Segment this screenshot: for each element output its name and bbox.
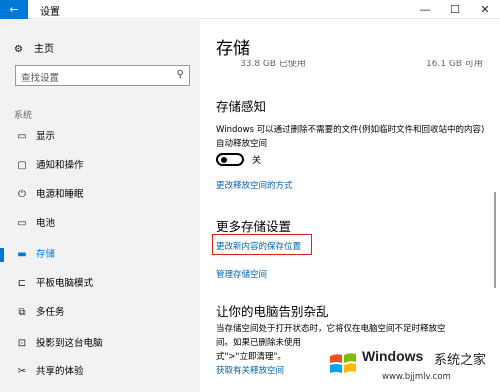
sidebar-item-display[interactable]: ▭ 显示 — [0, 125, 200, 149]
sidebar-item-label: 电池 — [36, 218, 56, 229]
storage-sense-toggle[interactable] — [216, 153, 244, 166]
title-bar: ← 设置 — ☐ ✕ — [0, 0, 500, 19]
change-save-location-link[interactable]: 更改新内容的保存位置 — [216, 240, 301, 252]
battery-icon: ▭ — [17, 218, 27, 229]
power-icon: ⏻ — [18, 189, 26, 200]
sidebar-item-label: 电源和睡眠 — [36, 189, 84, 200]
sidebar-item-projecting[interactable]: ⊡ 投影到这台电脑 — [0, 332, 200, 356]
sidebar-item-label: 存储 — [36, 249, 56, 260]
toggle-knob — [221, 157, 227, 163]
sidebar-item-battery[interactable]: ▭ 电池 — [0, 212, 200, 236]
toggle-state-label: 关 — [252, 156, 262, 166]
sidebar-item-label: 平板电脑模式 — [36, 278, 94, 289]
sidebar-item-label: 多任务 — [36, 307, 65, 318]
window-title: 设置 — [40, 7, 60, 18]
section-label: 系统 — [14, 111, 33, 121]
search-icon[interactable]: ⚲ — [177, 69, 184, 80]
sidebar-item-notifications[interactable]: ▢ 通知和操作 — [0, 154, 200, 178]
back-button[interactable]: ← — [0, 0, 28, 19]
storage-icon: ▬ — [17, 249, 27, 260]
back-arrow-icon: ← — [9, 3, 19, 16]
sidebar-item-tablet-mode[interactable]: ⊏ 平板电脑模式 — [0, 272, 200, 296]
scrollbar[interactable] — [494, 192, 496, 288]
maximize-button[interactable]: ☐ — [440, 0, 470, 19]
watermark: Windows 系统之家 www.bjjmlv.com — [322, 340, 500, 392]
close-button[interactable]: ✕ — [470, 0, 500, 19]
search-input[interactable] — [16, 69, 166, 88]
watermark-site-name: 系统之家 — [434, 353, 487, 368]
sidebar-item-label: 共享的体验 — [36, 366, 84, 377]
watermark-brand: Windows — [362, 348, 424, 364]
sidebar-item-shared-experiences[interactable]: ✂ 共享的体验 — [0, 360, 200, 384]
declutter-heading: 让你的电脑告别杂乱 — [216, 304, 329, 319]
drive-free-text: 16.1 GB 可用 — [426, 59, 483, 69]
main-content: 存储 33.8 GB 已使用 16.1 GB 可用 存储感知 Windows 可… — [200, 20, 500, 392]
storage-sense-description: Windows 可以通过删除不需要的文件(例如临时文件和回收站中的内容)自动释放… — [216, 125, 485, 149]
gear-icon: ⚙ — [14, 44, 23, 55]
change-free-space-link[interactable]: 更改释放空间的方式 — [216, 179, 293, 191]
learn-more-link[interactable]: 获取有关释放空间 — [216, 364, 284, 376]
notification-icon: ▢ — [17, 160, 27, 171]
more-storage-settings-heading: 更多存储设置 — [216, 219, 292, 234]
declutter-line-1: 当存储空间处于打开状态时，它将仅在电脑空间不足时释放空 — [216, 324, 446, 334]
sidebar-item-label: 通知和操作 — [36, 160, 84, 171]
sidebar-item-storage[interactable]: ▬ 存储 — [0, 243, 200, 267]
page-title: 存储 — [216, 39, 250, 59]
sidebar-item-label: 投影到这台电脑 — [36, 338, 103, 349]
minimize-button[interactable]: — — [410, 0, 440, 19]
sidebar-item-multitasking[interactable]: ⧉ 多任务 — [0, 301, 200, 325]
sidebar-item-power[interactable]: ⏻ 电源和睡眠 — [0, 183, 200, 207]
watermark-url: www.bjjmlv.com — [382, 372, 451, 382]
tablet-icon: ⊏ — [17, 278, 27, 289]
storage-sense-heading: 存储感知 — [216, 99, 267, 114]
share-icon: ✂ — [17, 366, 27, 377]
windows-logo-icon — [330, 353, 356, 373]
project-icon: ⊡ — [17, 338, 27, 349]
home-label: 主页 — [34, 44, 54, 55]
sidebar: ⚙主页 ⚲ 系统 ▭ 显示 ▢ 通知和操作 ⏻ 电源和睡眠 ▭ 电池 ▬ 存储 … — [0, 20, 200, 392]
search-box[interactable]: ⚲ — [15, 65, 190, 88]
home-link[interactable]: ⚙ 主页 — [14, 40, 54, 55]
multitask-icon: ⧉ — [18, 307, 26, 318]
monitor-icon: ▭ — [17, 131, 27, 142]
sidebar-item-label: 显示 — [36, 131, 56, 142]
manage-storage-link[interactable]: 管理存储空间 — [216, 268, 267, 280]
